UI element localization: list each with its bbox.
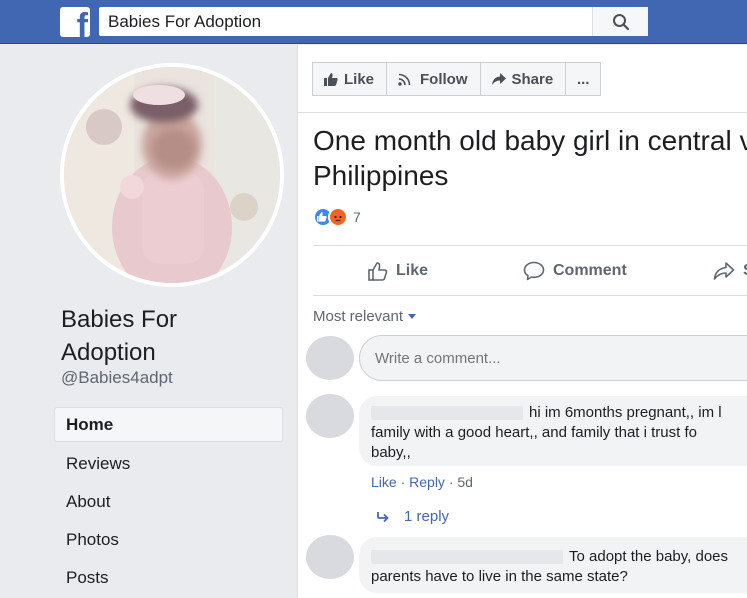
page-action-bar: Like Follow Share ... [312,62,602,96]
post-title-line-1: One month old baby girl in central v [313,125,747,156]
angry-reaction-icon [328,207,348,227]
reaction-count: 7 [353,209,361,225]
comment-text-2-a: To adopt the baby, does [569,548,729,565]
post-action-row: Like Comment S [313,253,747,289]
nav-item-home[interactable]: Home [54,407,283,442]
like-page-button[interactable]: Like [312,62,388,96]
follow-button[interactable]: Follow [386,62,481,96]
comment-text-1-b: family with a good heart,, and family th… [371,424,697,441]
baby-photo [64,67,280,283]
top-navigation-bar: f [0,0,747,44]
comment-text-line-1: hi im 6months pregnant,, im l [371,403,747,423]
page-navigation: Home Reviews About Photos Posts [54,407,283,597]
search-button[interactable] [592,7,648,36]
post-title-line-2: Philippines [313,160,449,191]
comment-bubble: hi im 6months pregnant,, im l family wit… [359,396,747,466]
page-sidebar: Babies For Adoption @Babies4adpt Home Re… [0,45,297,598]
comment-meta: Like · Reply · 5d [371,474,473,490]
nav-item-photos[interactable]: Photos [54,521,283,559]
reaction-summary[interactable]: 7 [313,207,361,227]
comment-sort-dropdown[interactable]: Most relevant [313,308,417,325]
facebook-logo-glyph: f [76,7,88,37]
post-title: One month old baby girl in central v Phi… [313,123,747,193]
commenter-avatar[interactable] [306,394,354,438]
reply-arrow-icon [377,511,389,522]
follow-label: Follow [420,70,468,88]
search-input[interactable] [99,7,592,36]
speech-bubble-icon [523,261,545,281]
comment-button[interactable]: Comment [523,261,627,281]
page-handle: @Babies4adpt [61,368,173,387]
nav-item-about[interactable]: About [54,483,283,521]
caret-down-icon [408,314,417,319]
nav-item-posts[interactable]: Posts [54,559,283,597]
current-user-avatar [306,336,354,380]
nav-item-reviews[interactable]: Reviews [54,445,283,483]
post-separator-2 [313,295,747,296]
more-dots-icon: ... [576,70,590,88]
commenter-avatar[interactable] [306,535,354,579]
post-like-label: Like [396,262,429,279]
share-outline-icon [713,262,735,280]
post-like-button[interactable]: Like [368,261,428,281]
page-name[interactable]: Babies For Adoption [61,303,261,369]
thumbs-up-outline-icon [368,262,388,281]
more-options-button[interactable]: ... [565,62,602,96]
post-share-label: S [743,262,747,280]
comment-like-link[interactable]: Like [371,474,397,490]
comment-text-2-b: parents have to live in the same state? [371,568,628,585]
share-page-label: Share [511,70,554,88]
rss-follow-icon [398,73,411,86]
facebook-logo-icon[interactable]: f [60,7,90,37]
magnifier-icon [612,13,629,30]
sort-label: Most relevant [313,308,404,325]
comment-text-line-1: To adopt the baby, does [371,547,747,567]
commenter-name-redacted [371,406,523,421]
search-bar [99,7,648,36]
post-share-button[interactable]: S [713,261,747,281]
comment-text-1-a: hi im 6months pregnant,, im l [529,404,722,421]
thumbs-up-icon [324,73,338,86]
commenter-name-redacted [371,550,563,565]
comment-bubble: To adopt the baby, does parents have to … [359,537,747,593]
page-profile-picture[interactable] [60,63,284,287]
replies-count-label: 1 reply [404,508,450,525]
comment-text-1-c: baby,, [371,444,411,461]
action-bar-divider [298,112,747,113]
view-replies-link[interactable]: 1 reply [376,508,449,525]
write-comment-input[interactable] [359,335,747,381]
comment-reply-link[interactable]: Reply [409,474,445,490]
main-content: Like Follow Share ... One month old baby… [297,45,747,598]
share-arrow-icon [491,72,506,85]
like-page-label: Like [344,70,375,88]
comment-timestamp[interactable]: 5d [457,474,473,490]
comment-label: Comment [553,262,627,279]
share-page-button[interactable]: Share [479,62,567,96]
post-separator [313,245,747,246]
